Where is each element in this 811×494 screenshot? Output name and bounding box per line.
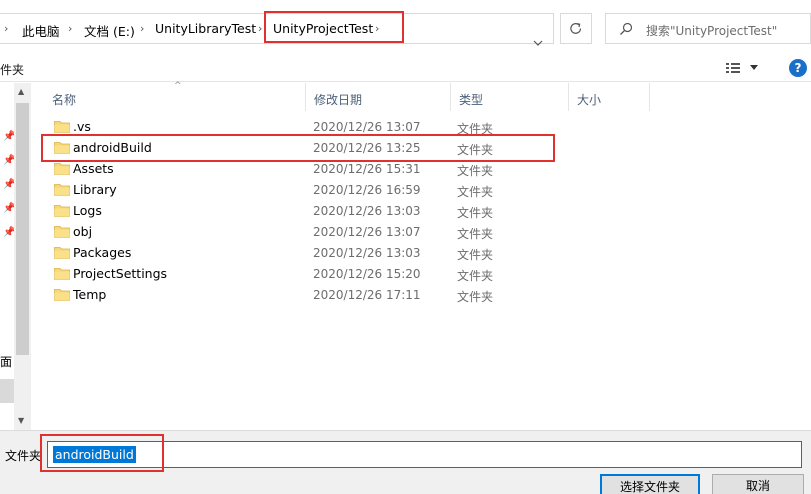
file-name: androidBuild [73,140,152,155]
folder-icon [54,226,70,238]
file-row[interactable]: Library 2020/12/26 16:59 文件夹 [44,180,564,201]
file-name: Packages [73,245,132,260]
breadcrumb-item-drive[interactable]: 文档 (E:) [84,21,135,40]
file-row[interactable]: Logs 2020/12/26 13:03 文件夹 [44,201,564,222]
address-bar[interactable]: › 此电脑 › 文档 (E:) › UnityLibraryTest › Uni… [0,13,554,46]
refresh-icon [570,23,582,34]
chevron-down-icon[interactable] [528,34,548,52]
file-date: 2020/12/26 13:07 [313,120,421,134]
file-date: 2020/12/26 15:31 [313,162,421,176]
chevron-right-icon[interactable]: › [68,22,72,35]
file-row[interactable]: Temp 2020/12/26 17:11 文件夹 [44,285,564,306]
column-header-type[interactable]: 类型 [451,83,569,111]
file-type: 文件夹 [457,206,494,220]
file-row[interactable]: ProjectSettings 2020/12/26 15:20 文件夹 [44,264,564,285]
folder-icon [54,205,70,217]
file-name: obj [73,224,93,239]
folder-icon [54,142,70,154]
column-header-size-label: 大小 [577,93,602,107]
file-name: ProjectSettings [73,266,168,281]
chevron-right-icon: › [4,22,9,35]
file-name: Temp [73,287,107,302]
file-name: Logs [73,203,102,218]
folder-icon [54,247,70,259]
nav-selected-item[interactable] [0,379,14,403]
file-type: 文件夹 [457,143,494,157]
column-header-date-label: 修改日期 [314,93,363,107]
folder-icon [54,184,70,196]
scroll-down-icon[interactable]: ▼ [18,416,24,425]
file-name: Assets [73,161,114,176]
help-icon[interactable]: ? [789,59,807,77]
toolbar: 件夹 ? [0,58,811,82]
file-row[interactable]: Packages 2020/12/26 13:03 文件夹 [44,243,564,264]
select-folder-button[interactable]: 选择文件夹 [600,474,700,494]
scroll-up-icon[interactable]: ▲ [18,87,24,96]
file-type: 文件夹 [457,122,494,136]
file-type: 文件夹 [457,290,494,304]
breadcrumb-item-this-pc[interactable]: 此电脑 [22,21,60,40]
folder-name-selected-text: androidBuild [53,446,136,463]
column-header-date[interactable]: 修改日期 [306,83,451,111]
file-date: 2020/12/26 13:03 [313,246,421,260]
new-folder-button[interactable]: 件夹 [0,61,24,78]
nav-item-desktop[interactable]: 面 [0,353,12,370]
file-row[interactable]: .vs 2020/12/26 13:07 文件夹 [44,117,564,138]
nav-scroll-thumb[interactable] [16,103,29,355]
file-date: 2020/12/26 17:11 [313,288,421,302]
navigation-pane: 📌 📌 📌 📌 📌 面 ▲ ▼ [0,83,31,430]
breadcrumb-item-library[interactable]: UnityLibraryTest [155,21,256,36]
chevron-right-icon[interactable]: › [375,22,379,35]
sort-up-icon: ^ [174,81,182,91]
folder-icon [54,121,70,133]
file-type: 文件夹 [457,227,494,241]
file-type: 文件夹 [457,164,494,178]
file-row[interactable]: Assets 2020/12/26 15:31 文件夹 [44,159,564,180]
search-placeholder: 搜索"UnityProjectTest" [646,24,778,38]
file-name: Library [73,182,117,197]
chevron-right-icon[interactable]: › [258,22,262,35]
folder-icon [54,268,70,280]
column-header-type-label: 类型 [459,93,484,107]
folder-icon [54,163,70,175]
folder-icon [54,289,70,301]
file-date: 2020/12/26 15:20 [313,267,421,281]
file-type: 文件夹 [457,185,494,199]
folder-label: 文件夹 [5,449,42,463]
file-row[interactable]: obj 2020/12/26 13:07 文件夹 [44,222,564,243]
address-row: › 此电脑 › 文档 (E:) › UnityLibraryTest › Uni… [0,0,811,58]
view-options-icon[interactable] [724,60,742,76]
file-date: 2020/12/26 16:59 [313,183,421,197]
file-date: 2020/12/26 13:25 [313,141,421,155]
nav-scrollbar[interactable]: ▲ ▼ [14,83,31,430]
chevron-right-icon[interactable]: › [140,22,144,35]
refresh-button[interactable] [560,13,592,44]
column-header-name-label: 名称 [52,93,77,107]
view-dropdown-icon[interactable] [749,64,759,72]
file-list: ^ 名称 修改日期 类型 大小 .vs 2020/12/26 13:07 文件夹 an… [44,81,811,430]
file-type: 文件夹 [457,248,494,262]
column-header-name[interactable]: ^ 名称 [44,81,306,111]
file-row[interactable]: androidBuild 2020/12/26 13:25 文件夹 [44,138,564,159]
search-icon [620,22,633,35]
file-date: 2020/12/26 13:03 [313,204,421,218]
file-type: 文件夹 [457,269,494,283]
file-date: 2020/12/26 13:07 [313,225,421,239]
column-header-size[interactable]: 大小 [569,83,650,111]
folder-name-input[interactable]: androidBuild [47,441,802,468]
search-input[interactable]: 搜索"UnityProjectTest" [605,13,811,44]
file-name: .vs [73,119,91,134]
breadcrumb-item-current[interactable]: UnityProjectTest [273,21,373,36]
bottom-panel: 文件夹 androidBuild 选择文件夹 取消 [0,430,811,494]
cancel-button[interactable]: 取消 [712,474,804,494]
